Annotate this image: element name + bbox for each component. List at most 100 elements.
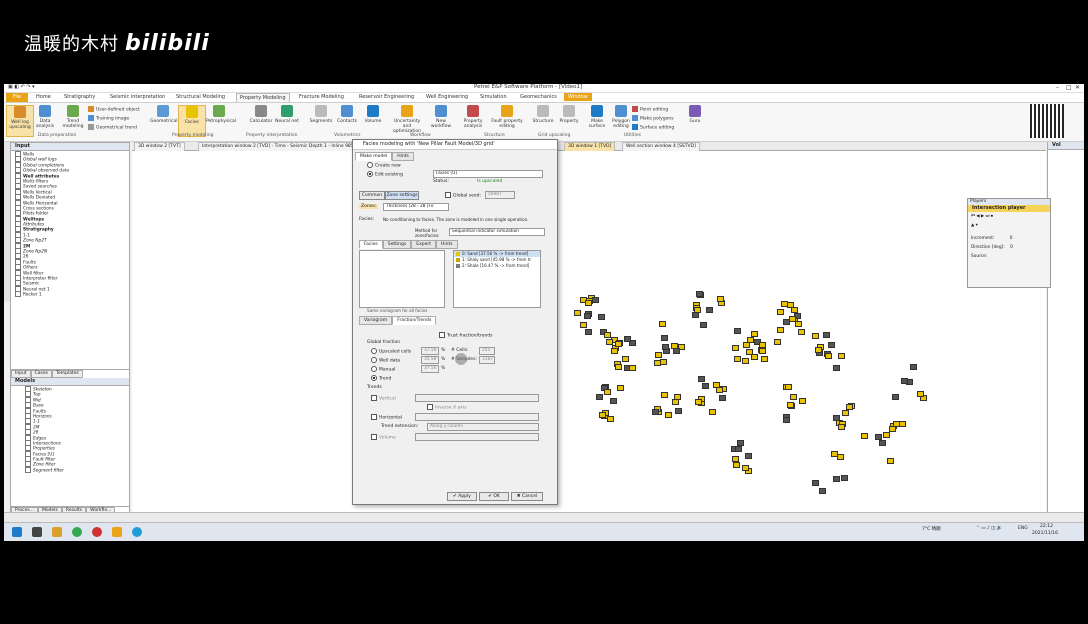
horizontal-trend-field[interactable]: [415, 413, 539, 421]
make-surface-button[interactable]: Make surface: [584, 105, 610, 135]
manual-field[interactable]: 37.56: [421, 365, 439, 373]
surface-editing-item[interactable]: Surface editing: [632, 124, 674, 131]
common-button[interactable]: Common: [359, 191, 385, 200]
zone-settings-button[interactable]: Zone settings: [385, 191, 419, 200]
tab-settings[interactable]: Settings: [382, 240, 412, 249]
property-select[interactable]: Facies [U]: [433, 170, 543, 178]
browser-icon[interactable]: [72, 527, 82, 537]
zone-select[interactable]: Thickness (28 - 28 [Fo: [383, 203, 449, 211]
tab-well-engineering[interactable]: Well Engineering: [426, 94, 468, 100]
start-icon[interactable]: [12, 527, 22, 537]
tab-property-modeling[interactable]: Property Modeling: [236, 93, 290, 102]
upscaled-cells-option[interactable]: Upscaled cells: [371, 348, 411, 355]
geometrical-button[interactable]: Geometrical: [150, 105, 178, 135]
petrophysical-button[interactable]: Petrophysical: [206, 105, 236, 135]
vertical-checkbox[interactable]: [371, 395, 377, 401]
tab-stratigraphy[interactable]: Stratigraphy: [64, 94, 95, 100]
guru-button[interactable]: Guru: [682, 105, 708, 135]
neural-net-button[interactable]: Neural net: [274, 105, 300, 135]
increment-value[interactable]: 0: [1010, 236, 1013, 241]
explorer-icon[interactable]: [52, 527, 62, 537]
global-seed-checkbox[interactable]: [445, 192, 451, 198]
tab-hints[interactable]: Hints: [392, 152, 414, 161]
inverse-x-checkbox[interactable]: [427, 404, 433, 410]
well-data-option[interactable]: Well data: [371, 357, 400, 364]
tab-expert[interactable]: Expert: [411, 240, 436, 249]
training-image-item[interactable]: Training image: [88, 115, 129, 122]
trust-fraction-option[interactable]: Trust fraction/trends: [439, 332, 492, 339]
clock-time[interactable]: 22:12: [1040, 524, 1053, 529]
tab-seismic-interpretation[interactable]: Seismic interpretation: [110, 94, 165, 100]
structure-button[interactable]: Structure: [530, 105, 556, 135]
tab-structural-modeling[interactable]: Structural Modeling: [176, 94, 225, 100]
trend-option[interactable]: Trend: [371, 375, 391, 382]
weather-label[interactable]: 7°C 晴朗: [922, 526, 941, 532]
tab-facies[interactable]: Facies: [359, 240, 383, 249]
minimize-icon[interactable]: –: [1056, 84, 1059, 91]
make-polygons-item[interactable]: Make polygons: [632, 115, 674, 122]
tab-variogram[interactable]: Variogram: [359, 316, 393, 325]
vertical-option[interactable]: Vertical: [371, 395, 396, 402]
tab-fraction-trends[interactable]: Fraction/Trends: [392, 316, 437, 325]
cancel-button[interactable]: ✖ Cancel: [511, 492, 543, 501]
facies-list-item[interactable]: 2: Shale [16.47 % -> from trend]: [454, 263, 540, 269]
edit-existing-option[interactable]: Edit existing: [367, 171, 403, 178]
edit-existing-radio[interactable]: [367, 171, 373, 177]
trend-extension-select[interactable]: Along ij column: [427, 423, 539, 431]
new-workflow-button[interactable]: New workflow: [428, 105, 454, 135]
trend-radio[interactable]: [371, 375, 377, 381]
volume-button[interactable]: Volume: [360, 105, 386, 135]
file-tab[interactable]: File: [6, 93, 28, 102]
close-icon[interactable]: ✕: [1075, 84, 1080, 91]
fault-property-editing-button[interactable]: Fault property editing: [490, 105, 524, 135]
calculator-button[interactable]: Calculator: [248, 105, 274, 135]
segments-button[interactable]: Segments: [308, 105, 334, 135]
create-new-radio[interactable]: [367, 162, 373, 168]
property-upscale-button[interactable]: Property: [556, 105, 582, 135]
clock-date[interactable]: 2021/11/16: [1032, 531, 1058, 536]
media-icon[interactable]: [132, 527, 142, 537]
horizontal-checkbox[interactable]: [371, 414, 377, 420]
point-editing-item[interactable]: Point editing: [632, 106, 668, 113]
tab-reservoir-engineering[interactable]: Reservoir Engineering: [359, 94, 414, 100]
tab-home[interactable]: Home: [36, 94, 51, 100]
ok-button[interactable]: ✔ OK: [479, 492, 509, 501]
tab-make-model[interactable]: Make model: [355, 152, 393, 161]
player-controls[interactable]: ⏮ ◀ ▶ ⏭ ⏹: [968, 212, 1050, 221]
uncertainty-button[interactable]: Uncertainty and optimization: [390, 105, 424, 135]
global-seed-option[interactable]: Global seed:: [445, 192, 481, 199]
property-analysis-button[interactable]: Property analysis: [460, 105, 486, 135]
apply-button[interactable]: ✔ Apply: [447, 492, 477, 501]
tab-input[interactable]: Input: [11, 370, 31, 378]
tab-simulation[interactable]: Simulation: [480, 94, 507, 100]
language-indicator[interactable]: ENG: [1018, 526, 1028, 531]
geometrical-trend-item[interactable]: Geometrical trend: [88, 124, 137, 131]
tray-icons[interactable]: ⌃ ▭ ♪ ◫ 🔊: [976, 526, 1002, 531]
petrel-icon[interactable]: [112, 527, 122, 537]
user-defined-object-item[interactable]: User-defined object: [88, 106, 140, 113]
create-new-option[interactable]: Create new: [367, 162, 401, 169]
tab-fracture-modeling[interactable]: Fracture Modeling: [299, 94, 344, 100]
trend-modeling-button[interactable]: Trend modeling: [60, 105, 86, 135]
tab-window[interactable]: Window: [564, 93, 592, 101]
app.models_pane-tree-item[interactable]: Segment filter: [25, 466, 129, 473]
app.input_pane-tree-item[interactable]: Rocker 1: [15, 291, 129, 298]
3d-viewport[interactable]: ⁂: [132, 151, 1046, 522]
well-log-upscaling-button[interactable]: Well log upscaling: [6, 105, 34, 137]
data-analysis-button[interactable]: Data analysis: [32, 105, 58, 135]
method-select[interactable]: Sequential indicator simulation: [449, 228, 545, 236]
contacts-button[interactable]: Contacts: [334, 105, 360, 135]
trust-fraction-checkbox[interactable]: [439, 332, 445, 338]
vertical-trend-field[interactable]: [415, 394, 539, 402]
well-data-radio[interactable]: [371, 357, 377, 363]
app-icon[interactable]: [92, 527, 102, 537]
manual-radio[interactable]: [371, 366, 377, 372]
facies-left-list[interactable]: [359, 250, 445, 308]
tab-geomechanics[interactable]: Geomechanics: [520, 94, 557, 100]
tab-templates[interactable]: Templates: [52, 370, 83, 378]
facies-list[interactable]: 0: Sand [37.56 % -> from trend] 1: Shaly …: [453, 250, 541, 308]
maximize-icon[interactable]: □: [1066, 84, 1072, 91]
polygon-editing-button[interactable]: Polygon editing: [608, 105, 634, 135]
quick-access-toolbar[interactable]: ▣ ◧ ↶ ↷ ▾: [8, 84, 35, 90]
upscaled-cells-radio[interactable]: [371, 348, 377, 354]
